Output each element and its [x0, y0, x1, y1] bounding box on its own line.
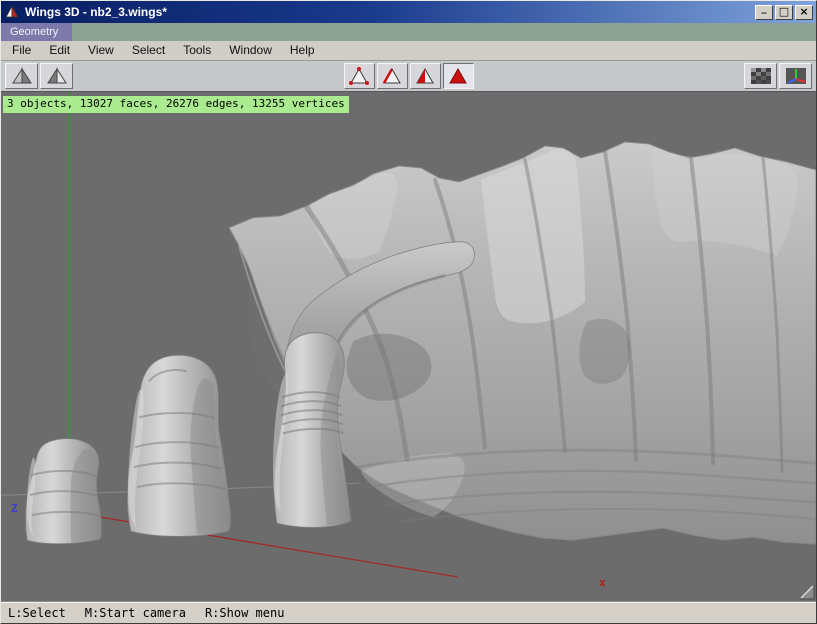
face-select-mode-button[interactable] [410, 63, 441, 89]
menu-view[interactable]: View [79, 41, 123, 60]
vertex-select-mode-button[interactable] [344, 63, 375, 89]
close-button[interactable]: × [795, 5, 813, 20]
window-controls: _ □ × [755, 5, 813, 20]
window-title: Wings 3D - nb2_3.wings* [23, 5, 752, 19]
toolbar-history-group [5, 63, 73, 89]
undo-pyramid-icon [10, 66, 34, 86]
geometry-window-bar[interactable]: Geometry [1, 23, 816, 41]
edge-select-mode-button[interactable] [377, 63, 408, 89]
maximize-icon: □ [779, 7, 789, 17]
status-right-mouse: R:Show menu [205, 606, 284, 620]
edge-select-pyramid-icon [381, 66, 403, 86]
face-select-pyramid-icon [414, 66, 436, 86]
redo-button[interactable] [40, 63, 73, 89]
selection-mode-group [344, 63, 474, 89]
body-select-mode-button[interactable] [443, 63, 474, 89]
menu-tools[interactable]: Tools [174, 41, 220, 60]
z-axis-label: Z [11, 502, 18, 515]
redo-pyramid-icon [45, 66, 69, 86]
vertex-select-pyramid-icon [348, 66, 370, 86]
menu-help[interactable]: Help [281, 41, 324, 60]
scene-3d-model [1, 92, 816, 601]
scene-info: 3 objects, 13027 faces, 26276 edges, 132… [3, 96, 349, 113]
undo-button[interactable] [5, 63, 38, 89]
wings3d-logo-icon[interactable] [4, 4, 20, 20]
body-select-pyramid-icon [447, 66, 469, 86]
menu-edit[interactable]: Edit [40, 41, 79, 60]
resize-grip[interactable] [799, 584, 815, 600]
show-axes-icon [785, 67, 807, 85]
smooth-preview-icon [750, 67, 772, 85]
smooth-preview-button[interactable] [744, 63, 777, 89]
show-axes-button[interactable] [779, 63, 812, 89]
menu-file[interactable]: File [3, 41, 40, 60]
toolbar-view-group [744, 63, 812, 89]
resize-grip-icon [799, 584, 815, 600]
maximize-button[interactable]: □ [775, 5, 793, 20]
minimize-button[interactable]: _ [755, 5, 773, 20]
wings3d-window: Wings 3D - nb2_3.wings* _ □ × Geometry F… [0, 0, 817, 624]
status-left-mouse: L:Select [8, 606, 66, 620]
viewport-3d[interactable]: 3 objects, 13027 faces, 26276 edges, 132… [1, 91, 816, 601]
minimize-icon: _ [762, 4, 767, 14]
status-middle-mouse: M:Start camera [85, 606, 186, 620]
close-icon: × [799, 7, 808, 17]
menu-bar: File Edit View Select Tools Window Help [1, 41, 816, 61]
status-bar: L:Select M:Start camera R:Show menu [1, 601, 816, 623]
geometry-window-title: Geometry [1, 23, 72, 41]
x-axis-label: x [599, 576, 606, 589]
menu-window[interactable]: Window [220, 41, 281, 60]
menu-select[interactable]: Select [123, 41, 174, 60]
title-bar[interactable]: Wings 3D - nb2_3.wings* _ □ × [1, 1, 816, 23]
toolbar [1, 61, 816, 91]
